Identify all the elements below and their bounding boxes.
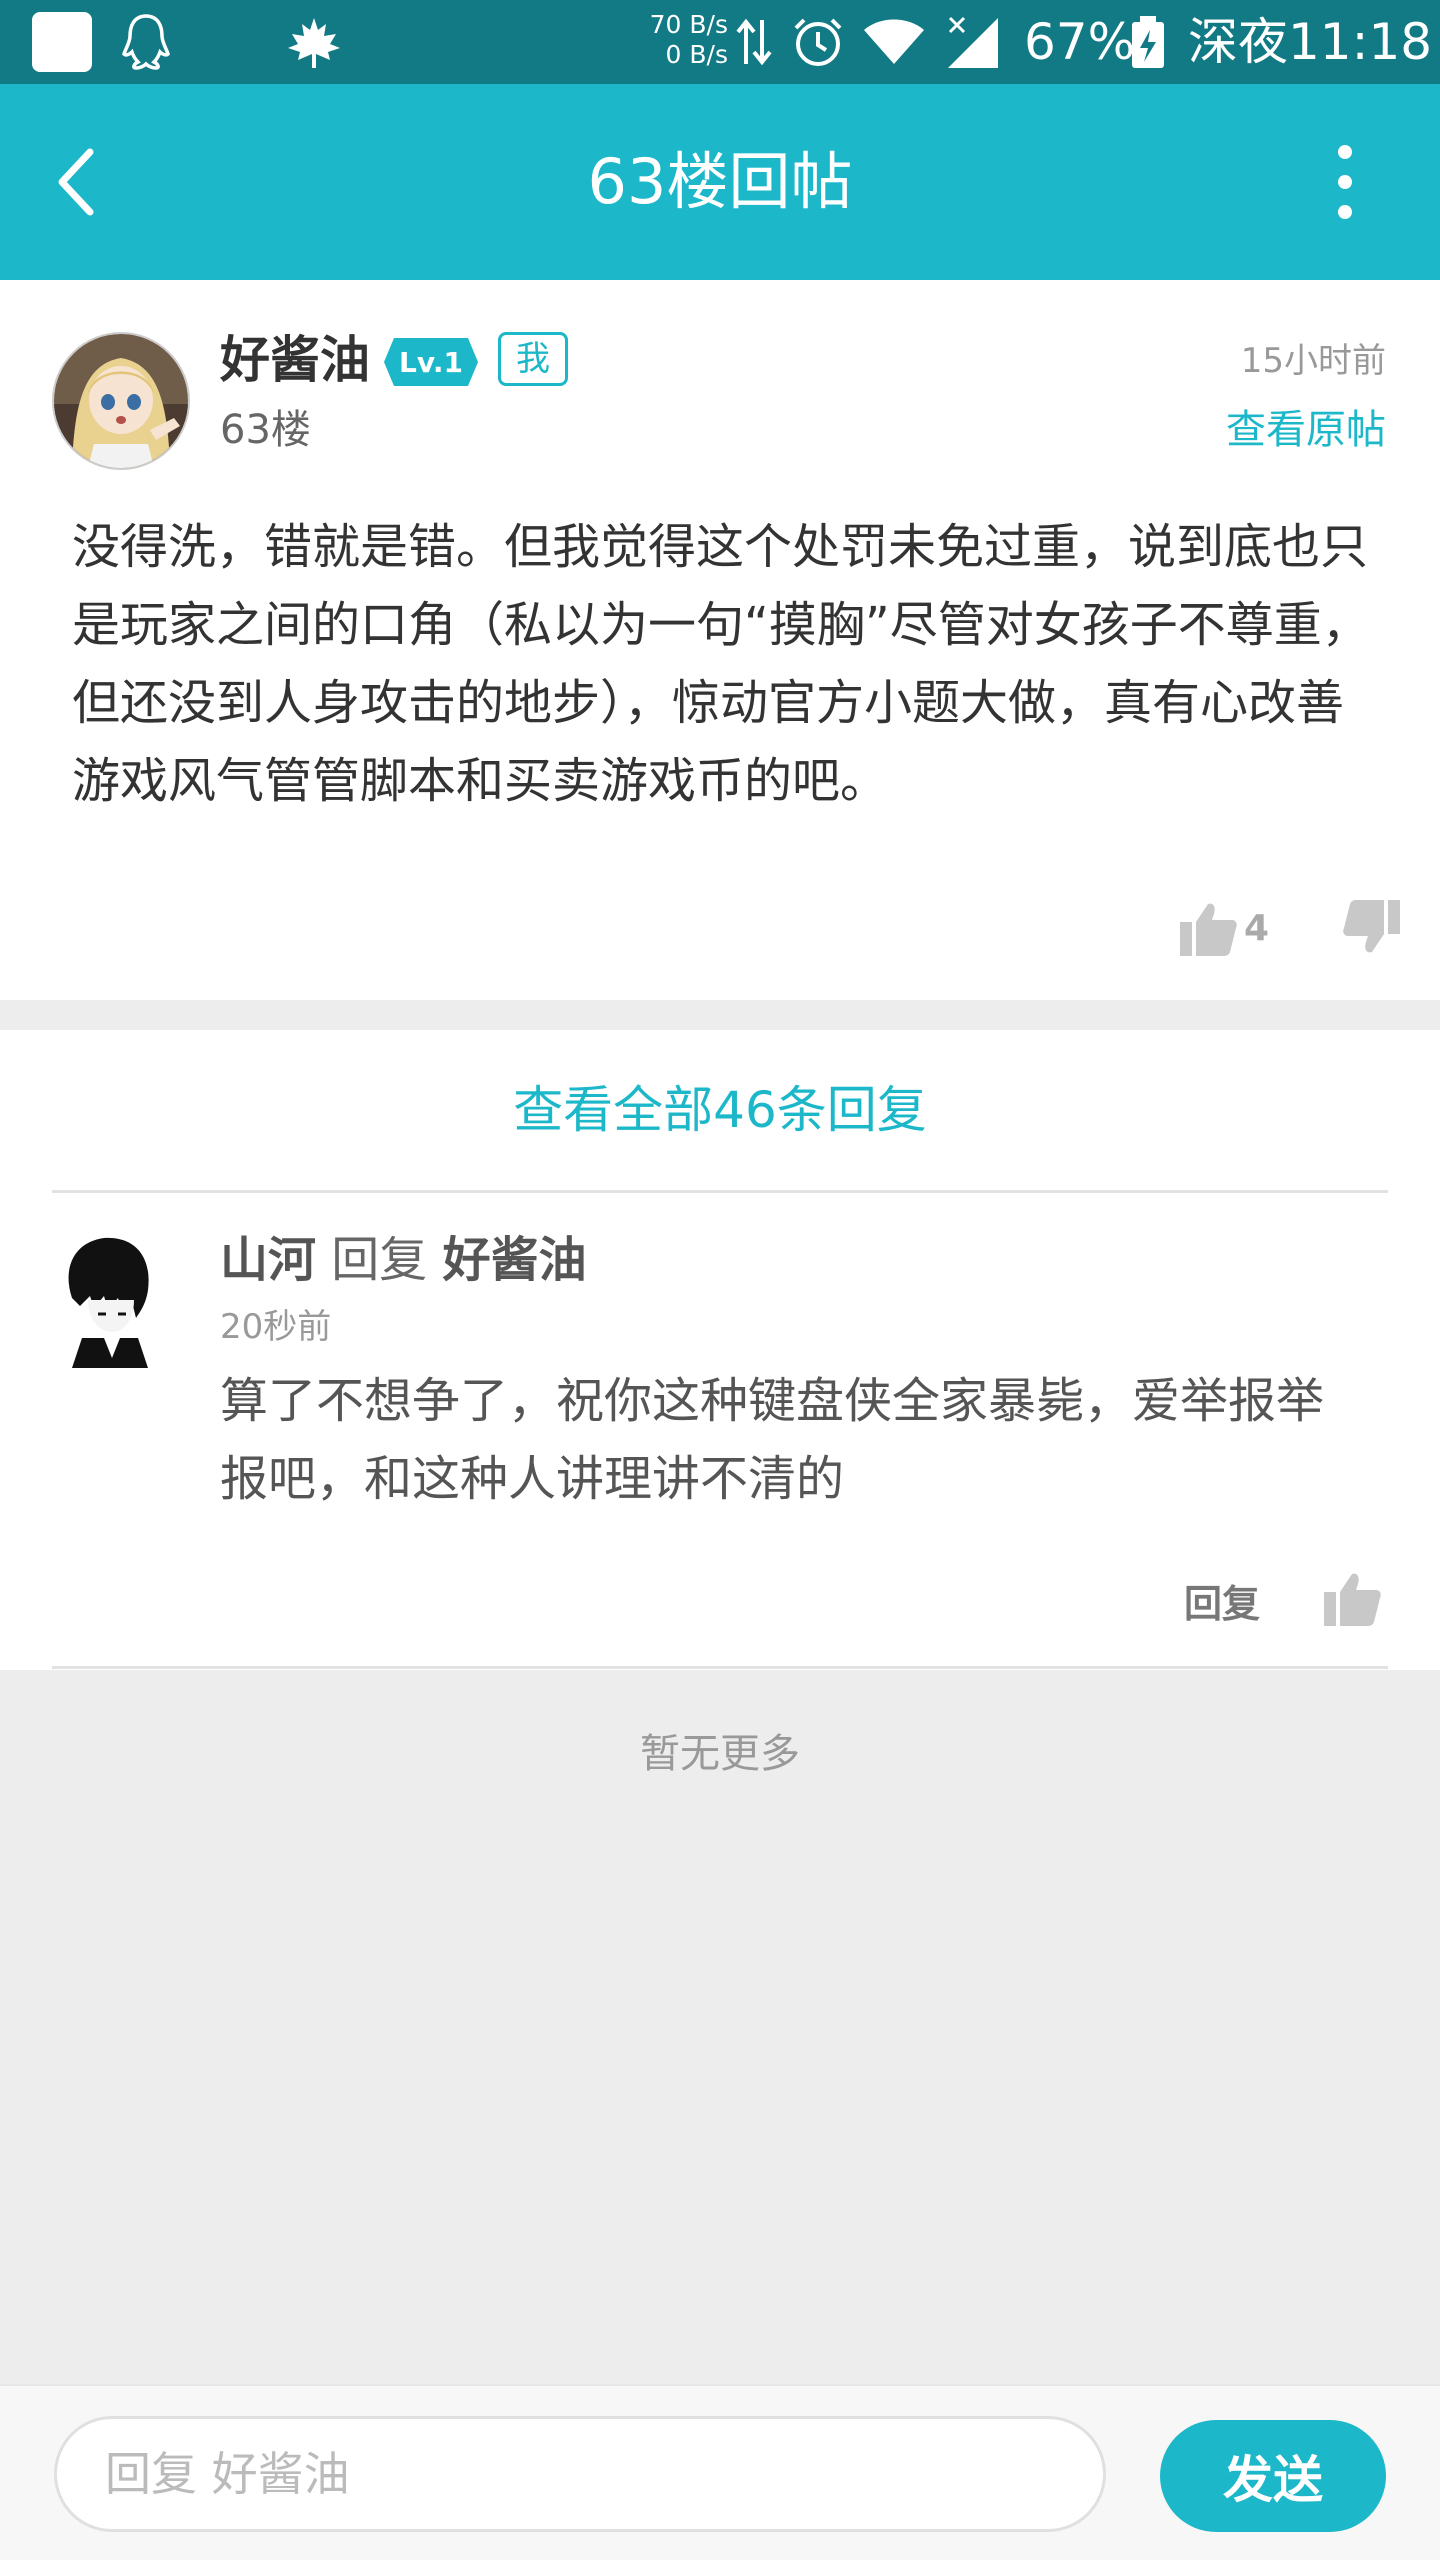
net-down-speed: 0 B/s xyxy=(665,40,728,69)
reply-target[interactable]: 好酱油 xyxy=(443,1232,587,1288)
maple-leaf-icon xyxy=(288,18,340,68)
avatar[interactable] xyxy=(52,1228,162,1368)
avatar[interactable] xyxy=(52,332,190,470)
reply-header: 山河 回复 好酱油 xyxy=(220,1226,587,1294)
post-time: 15小时前 xyxy=(1240,341,1386,381)
battery-charging-icon xyxy=(1132,16,1164,68)
reply-word: 回复 xyxy=(331,1232,428,1288)
view-all-replies-link[interactable]: 查看全部46条回复 xyxy=(0,1030,1440,1190)
data-arrows-icon xyxy=(736,18,772,66)
qq-penguin-icon xyxy=(121,14,171,70)
level-badge: Lv.1 xyxy=(384,338,478,386)
net-up-speed: 70 B/s xyxy=(649,10,728,39)
replies-section: 查看全部46条回复 山河 回复 好酱油 20秒前 算了不想争了，祝你这种键盘侠全… xyxy=(0,1030,1440,1670)
like-count: 4 xyxy=(1244,908,1270,949)
reply-input-bar: 发送 xyxy=(0,2384,1440,2560)
more-menu-button[interactable] xyxy=(1320,134,1370,230)
battery-percent: 67% xyxy=(1024,13,1136,71)
thumbs-up-icon[interactable] xyxy=(1176,896,1240,960)
reply-author[interactable]: 山河 xyxy=(220,1232,316,1288)
reply-input[interactable] xyxy=(54,2416,1106,2532)
no-more-text: 暂无更多 xyxy=(640,1731,800,1777)
level-text: Lv.1 xyxy=(399,346,463,379)
page-title: 63楼回帖 xyxy=(587,145,853,218)
alarm-icon xyxy=(794,18,842,66)
divider xyxy=(52,1190,1388,1193)
send-button[interactable]: 发送 xyxy=(1160,2420,1386,2532)
clock: 深夜11:18 xyxy=(1188,13,1433,71)
anime-girl-avatar-image xyxy=(54,334,188,468)
thumbs-up-icon[interactable] xyxy=(1320,1566,1384,1630)
back-button[interactable] xyxy=(40,140,116,224)
app-square-icon xyxy=(32,12,92,72)
app-header: 63楼回帖 xyxy=(0,84,1440,280)
post-username[interactable]: 好酱油 xyxy=(220,326,370,394)
post-card: 好酱油 Lv.1 我 63楼 15小时前 查看原帖 没得洗，错就是错。但我觉得这… xyxy=(0,280,1440,1000)
thumbs-down-icon[interactable] xyxy=(1340,896,1404,960)
reply-time: 20秒前 xyxy=(220,1307,332,1347)
floor-number: 63楼 xyxy=(220,407,311,453)
status-bar: 70 B/s 0 B/s 67% 深夜11:18 xyxy=(0,0,1440,84)
reply-button[interactable]: 回复 xyxy=(1184,1576,1260,1632)
reply-content: 算了不想争了，祝你这种键盘侠全家暴毙，爱举报举报吧，和这种人讲理讲不清的 xyxy=(220,1373,1325,1507)
wifi-icon xyxy=(864,19,924,64)
view-original-link[interactable]: 查看原帖 xyxy=(1226,402,1386,458)
me-badge: 我 xyxy=(498,332,568,386)
network-speed: 70 B/s 0 B/s xyxy=(644,10,728,70)
post-content: 没得洗，错就是错。但我觉得这个处罚未免过重，说到底也只是玩家之间的口角（私以为一… xyxy=(72,519,1370,809)
signal-icon xyxy=(948,16,998,68)
divider xyxy=(52,1666,1388,1669)
